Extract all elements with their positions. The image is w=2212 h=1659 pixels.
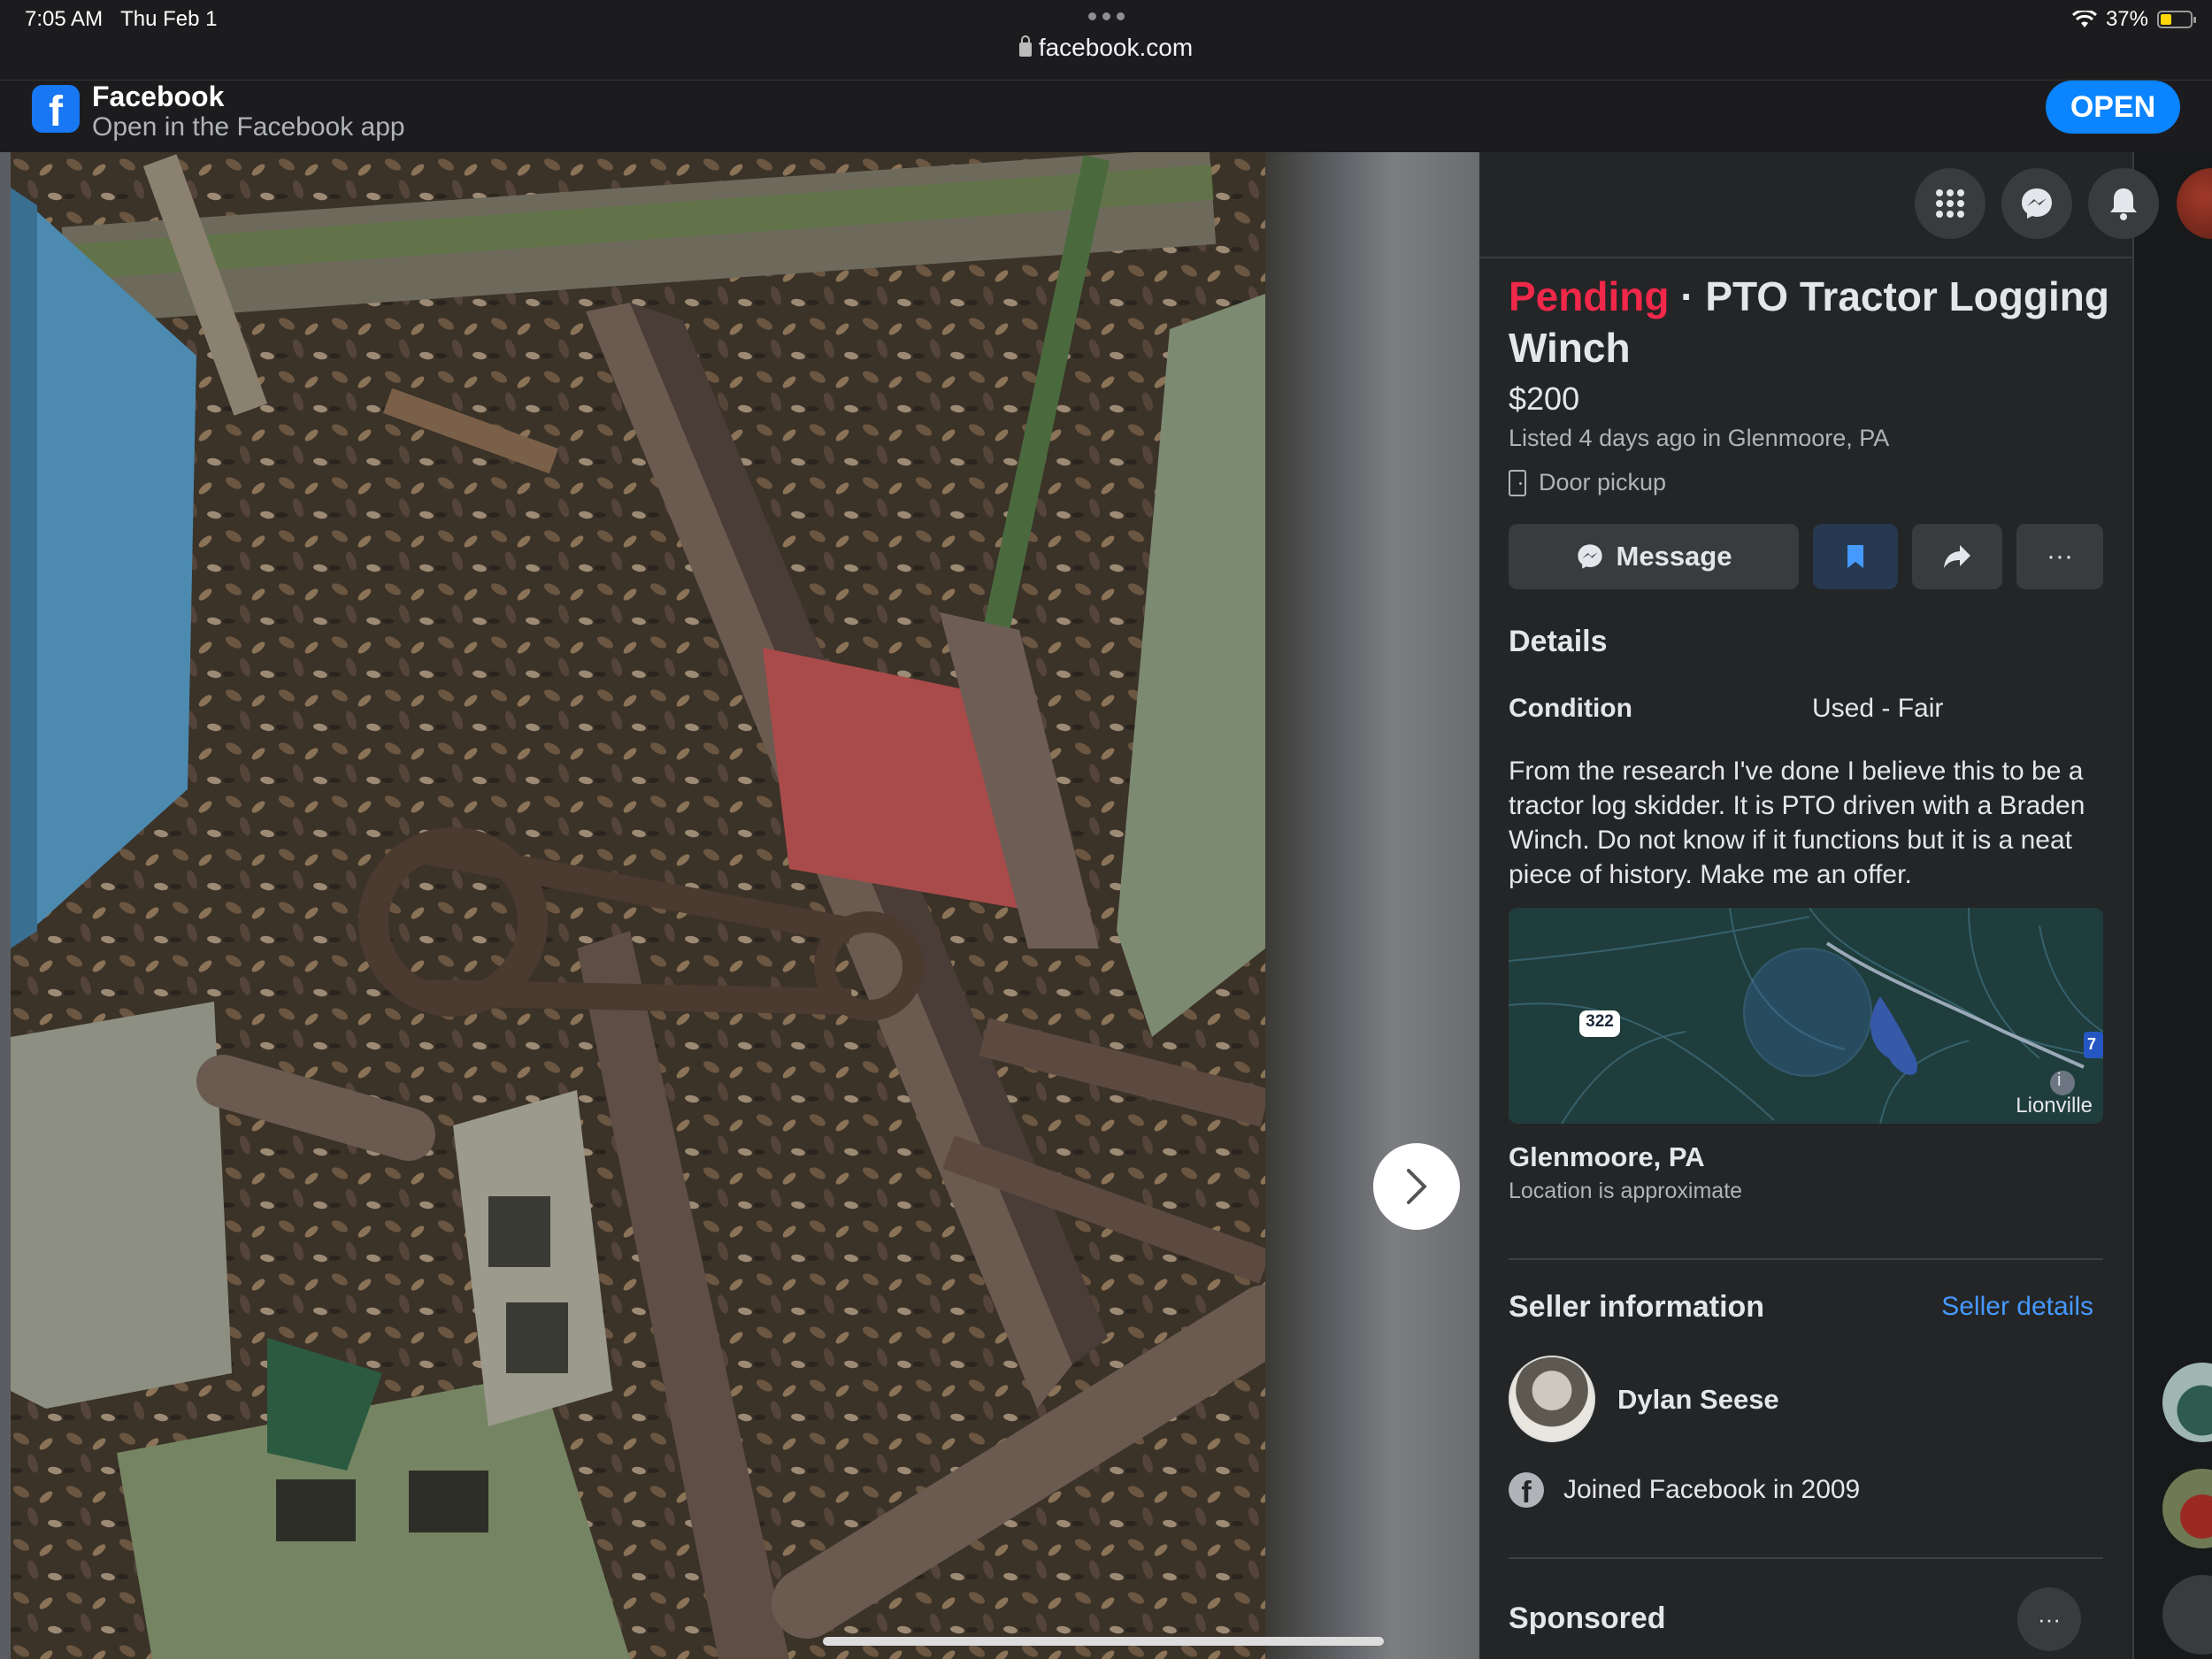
seller-details-link[interactable]: Seller details — [1941, 1292, 2093, 1322]
next-photo-button[interactable] — [1373, 1143, 1460, 1230]
title-separator: · — [1669, 273, 1706, 319]
map-place-label: Lionville — [2016, 1094, 2093, 1118]
menu-grid-icon[interactable] — [1915, 168, 1985, 239]
seller-joined: f Joined Facebook in 2009 — [1509, 1472, 1860, 1508]
seller-avatar[interactable] — [1509, 1356, 1595, 1442]
map-info-icon: i — [2057, 1071, 2062, 1090]
messenger-icon[interactable] — [2001, 168, 2072, 239]
panel-header-divider — [1479, 257, 2132, 258]
message-button[interactable]: Message — [1509, 524, 1799, 589]
app-banner: f Facebook Open in the Facebook app OPEN — [0, 80, 2212, 152]
door-icon — [1509, 469, 1526, 496]
sponsored-more-button[interactable]: ··· — [2017, 1587, 2081, 1651]
lock-icon — [1018, 35, 1032, 57]
listing-photo-viewer — [0, 152, 1479, 1659]
more-options-button[interactable]: ··· — [2016, 524, 2103, 589]
listing-actions: Message ··· — [1509, 524, 2103, 589]
notifications-bell-icon[interactable] — [2088, 168, 2159, 239]
location-note: Location is approximate — [1509, 1179, 1743, 1203]
save-button[interactable] — [1813, 524, 1898, 589]
section-divider — [1509, 1258, 2103, 1260]
facebook-icon: f — [1509, 1472, 1544, 1508]
map-interstate-shield: 7 — [2087, 1035, 2097, 1053]
status-bar: 7:05 AM Thu Feb 1 37% facebook.com — [0, 0, 2212, 80]
open-app-button[interactable]: OPEN — [2046, 81, 2180, 134]
pickup-label: Door pickup — [1539, 469, 1667, 495]
location-map[interactable]: 322 7 i Lionville — [1509, 908, 2103, 1124]
home-indicator[interactable] — [823, 1637, 1384, 1646]
listing-title: Pending · PTO Tractor Logging Winch — [1509, 271, 2110, 373]
map-route-322-shield: 322 — [1586, 1012, 1614, 1031]
seller-name[interactable]: Dylan Seese — [1617, 1384, 1779, 1416]
section-divider — [1509, 1557, 2103, 1559]
battery-percent: 37% — [2105, 7, 2148, 31]
share-arrow-icon — [1944, 545, 1970, 568]
messenger-icon — [1577, 544, 1602, 569]
listing-description: From the research I've done I believe th… — [1509, 757, 2085, 889]
header-icon-group — [1915, 168, 2159, 239]
listing-price: $200 — [1509, 380, 1580, 417]
joined-text: Joined Facebook in 2009 — [1563, 1475, 1861, 1504]
location-name: Glenmoore, PA — [1509, 1141, 1705, 1172]
pending-status: Pending — [1509, 273, 1670, 319]
status-time: 7:05 AM Thu Feb 1 — [25, 7, 218, 31]
bookmark-icon — [1847, 545, 1863, 568]
status-indicators: 37% — [2071, 7, 2196, 32]
facebook-logo-icon: f — [32, 85, 80, 133]
message-label: Message — [1616, 541, 1732, 572]
details-heading: Details — [1509, 625, 1608, 658]
banner-subtitle: Open in the Facebook app — [92, 112, 405, 142]
pickup-info: Door pickup — [1509, 469, 1666, 496]
listed-info: Listed 4 days ago in Glenmoore, PA — [1509, 425, 1890, 451]
listing-photo[interactable] — [11, 152, 1265, 1659]
wifi-icon — [2071, 11, 2097, 28]
share-button[interactable] — [1912, 524, 2002, 589]
banner-title: Facebook — [92, 81, 225, 112]
seller-heading: Seller information — [1509, 1290, 1765, 1324]
address-bar[interactable]: facebook.com — [0, 34, 2212, 62]
multitasking-dots[interactable] — [1088, 12, 1125, 20]
battery-icon — [2157, 11, 2196, 28]
condition-value: Used - Fair — [1812, 694, 1944, 723]
chevron-right-icon — [1407, 1169, 1427, 1204]
condition-label: Condition — [1509, 694, 1632, 723]
photo-blur-edge — [1265, 152, 1479, 1659]
url-text: facebook.com — [1038, 34, 1194, 61]
sponsored-heading: Sponsored — [1509, 1601, 1666, 1635]
